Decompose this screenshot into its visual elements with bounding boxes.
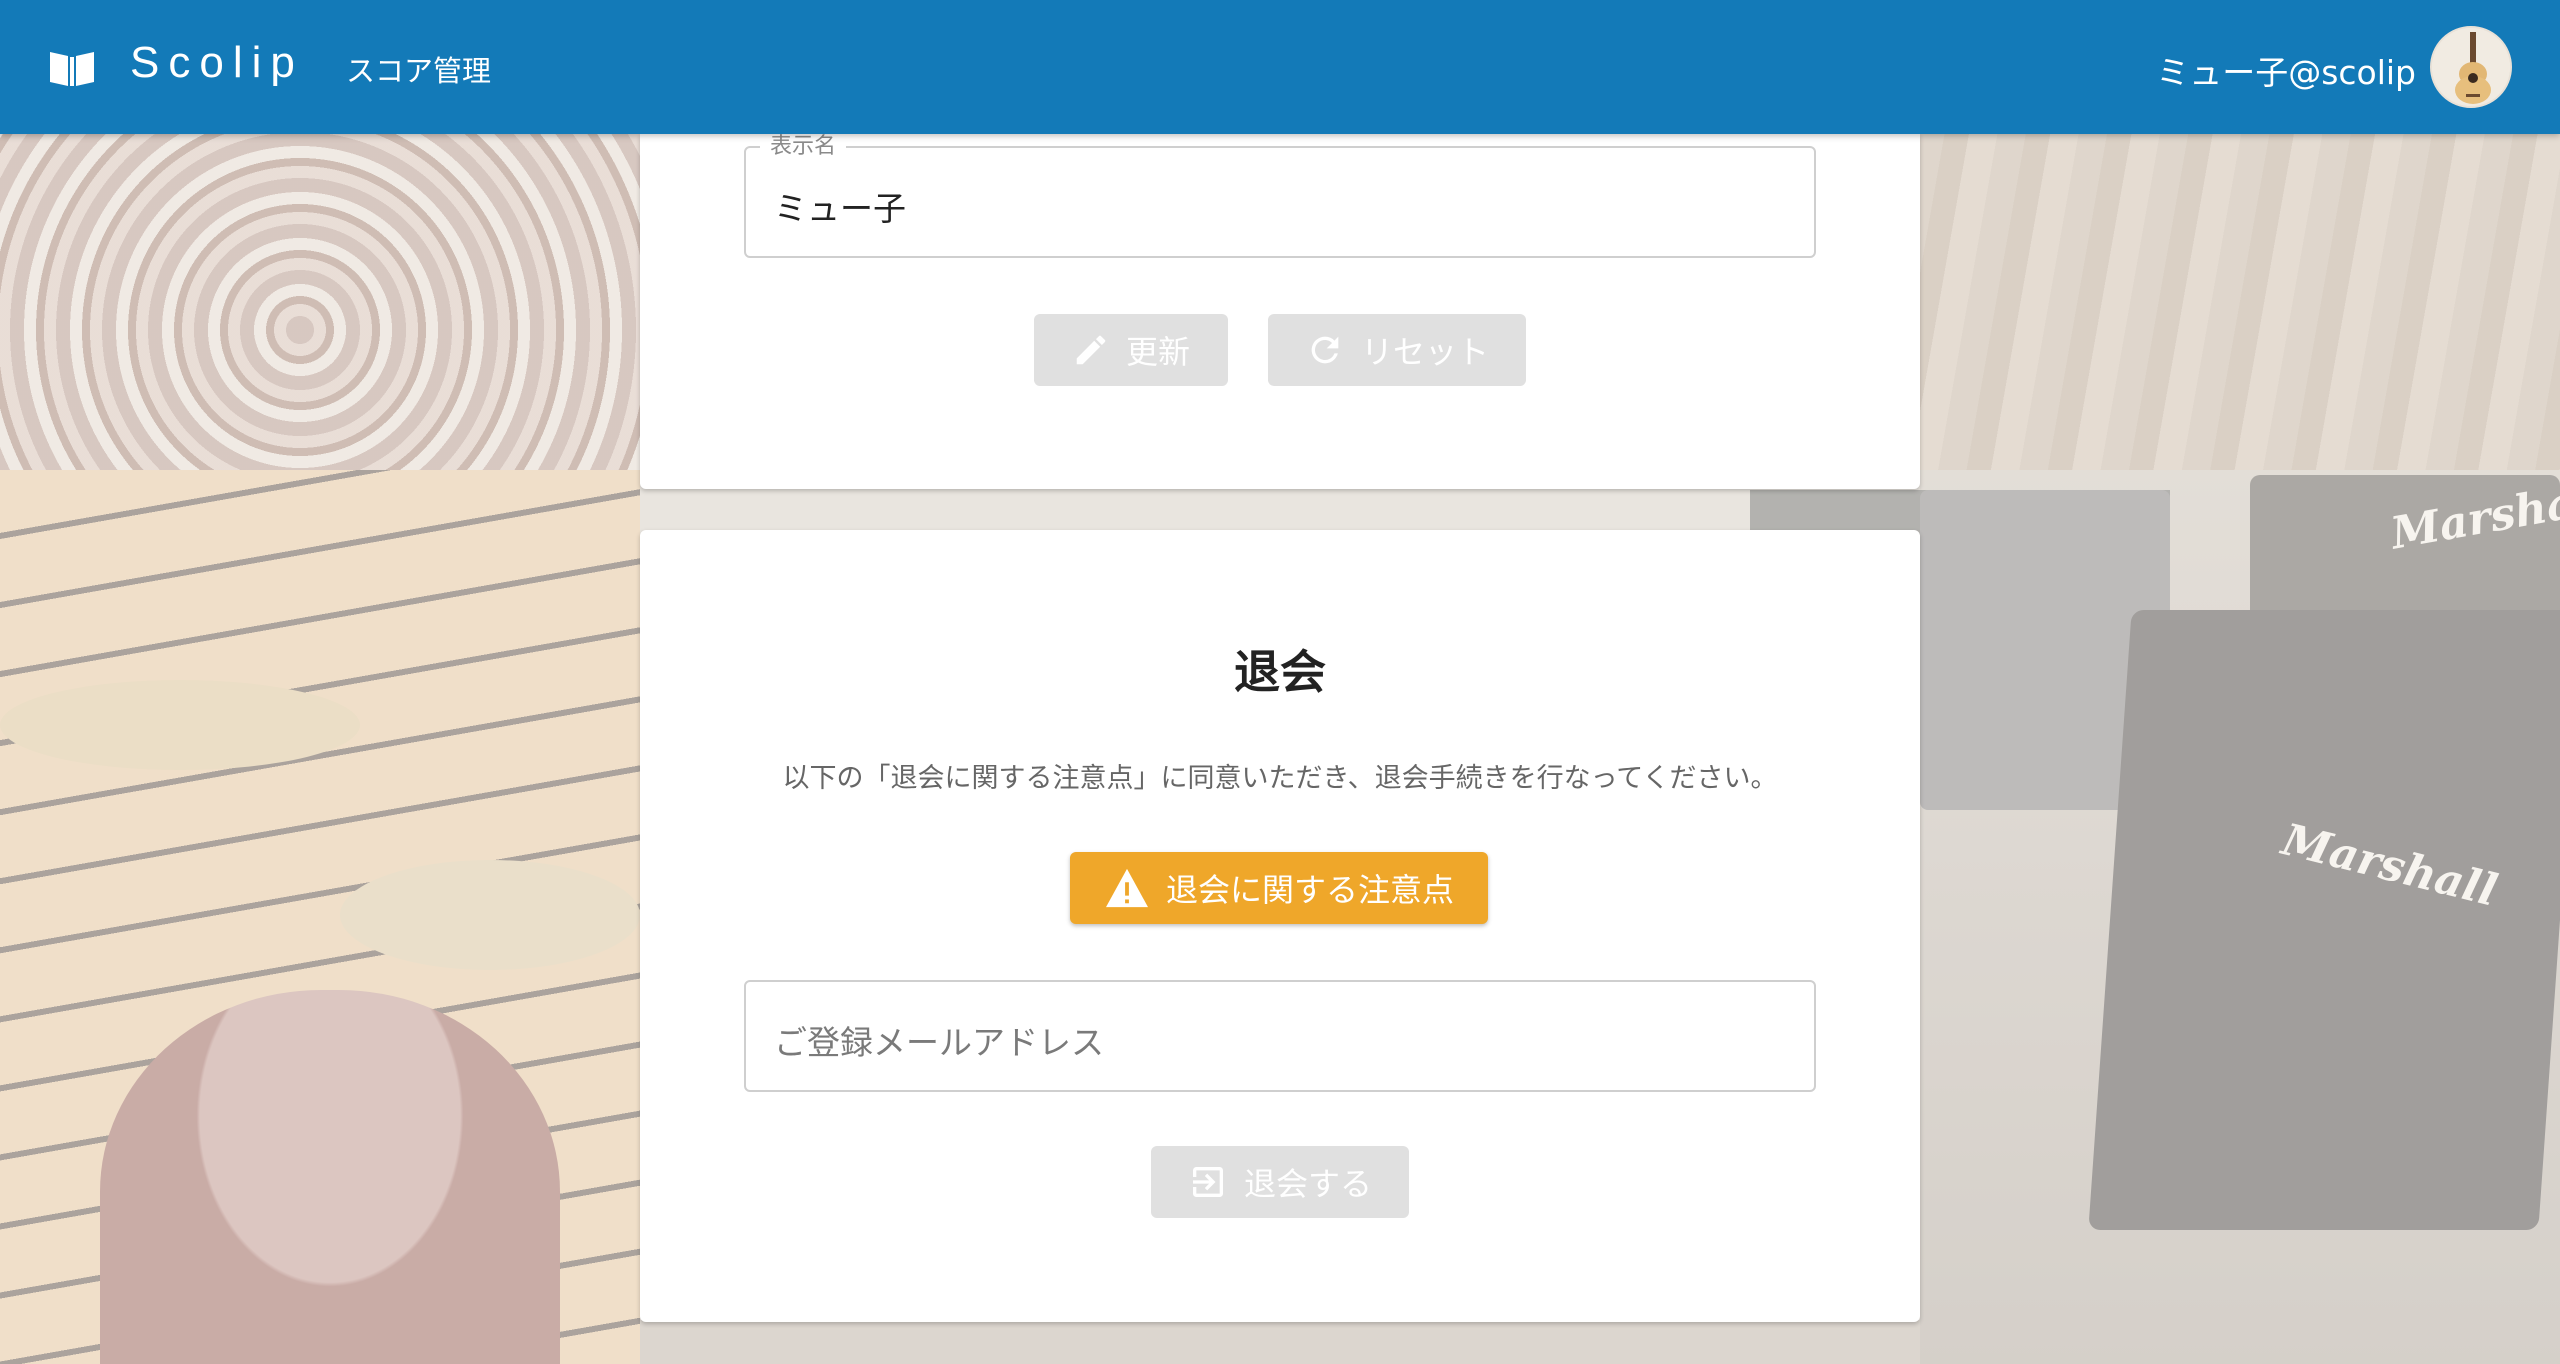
withdraw-submit-label: 退会する — [1243, 1165, 1372, 1203]
update-button[interactable]: 更新 — [1034, 314, 1228, 386]
exit-icon — [1192, 1167, 1223, 1197]
reset-label: リセット — [1360, 333, 1489, 371]
email-field[interactable]: ご登録メールアドレス — [744, 980, 1816, 1092]
withdraw-title: 退会 — [1234, 645, 1326, 699]
email-placeholder[interactable]: ご登録メールアドレス — [774, 1016, 1104, 1064]
display-name-field[interactable]: 表示名 ミュー子 — [744, 128, 1816, 258]
guitar-avatar-icon — [2432, 28, 2510, 106]
withdraw-submit-button[interactable]: 退会する — [1151, 1146, 1409, 1218]
avatar[interactable] — [2430, 26, 2512, 108]
book-icon[interactable] — [48, 48, 96, 88]
refresh-icon — [1311, 336, 1339, 364]
warning-triangle-icon — [1105, 868, 1148, 908]
display-name-value[interactable]: ミュー子 — [774, 182, 906, 230]
nav-score-management[interactable]: スコア管理 — [346, 48, 491, 90]
app-bar: Scolip スコア管理 ミュー子@scolip — [0, 0, 2560, 134]
withdraw-note: 以下の「退会に関する注意点」に同意いただき、退会手続きを行なってください。 — [782, 763, 1778, 794]
reset-button[interactable]: リセット — [1268, 314, 1526, 386]
user-name[interactable]: ミュー子@scolip — [2156, 46, 2416, 94]
withdraw-notes-label: 退会に関する注意点 — [1165, 871, 1454, 909]
profile-card: 表示名 ミュー子 更新 リセット — [640, 128, 1920, 489]
pencil-icon — [1076, 335, 1106, 365]
update-label: 更新 — [1125, 333, 1190, 371]
withdraw-notes-button[interactable]: 退会に関する注意点 — [1070, 852, 1488, 924]
app-name[interactable]: Scolip — [130, 38, 304, 88]
withdraw-card: 退会 以下の「退会に関する注意点」に同意いただき、退会手続きを行なってください。… — [640, 530, 1920, 1322]
